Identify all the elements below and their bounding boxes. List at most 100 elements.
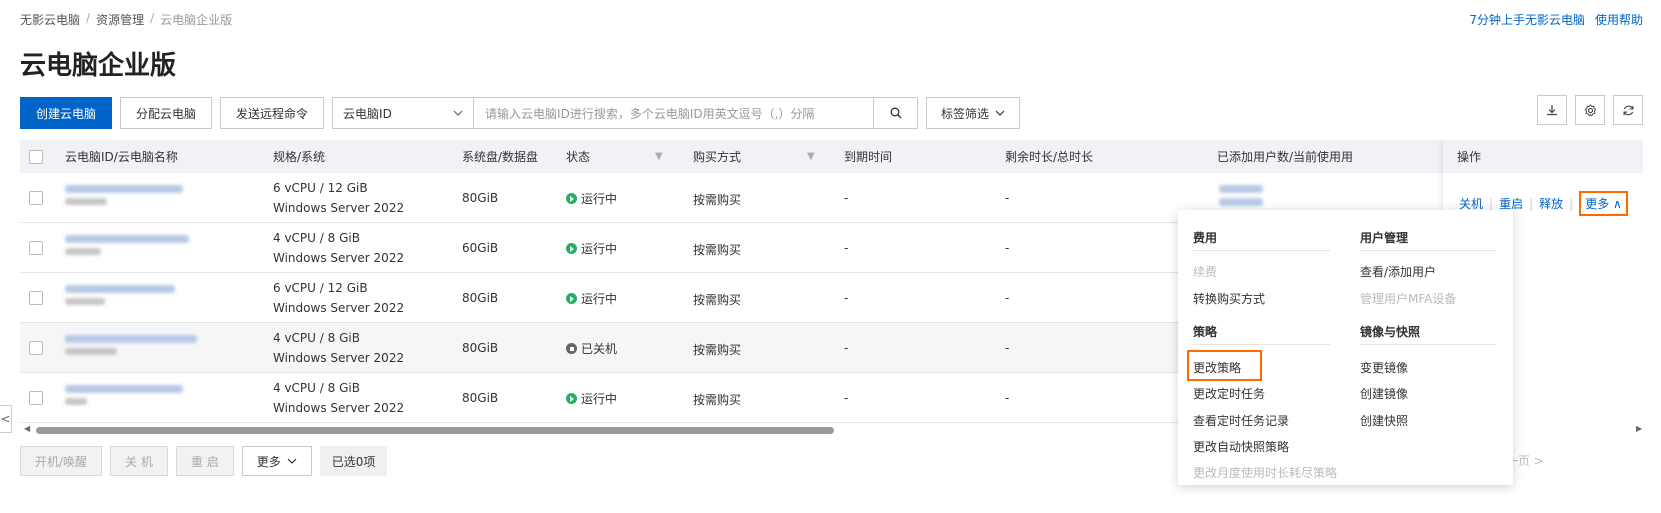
status-badge: 运行中 — [566, 240, 617, 257]
status-badge: 已关机 — [566, 340, 617, 357]
filter-icon[interactable]: ▼ — [655, 151, 663, 162]
computer-id-name[interactable] — [65, 335, 197, 355]
download-button[interactable] — [1537, 95, 1567, 125]
spec-os: Windows Server 2022 — [273, 301, 405, 315]
running-icon — [566, 293, 577, 304]
remaining-time: - — [1005, 391, 1010, 405]
assign-computer-button[interactable]: 分配云电脑 — [120, 97, 213, 129]
batch-more-button[interactable]: 更多 — [241, 446, 312, 476]
header-spec: 规格/系统 — [273, 150, 326, 164]
spec-os: Windows Server 2022 — [273, 251, 405, 265]
computer-id-name[interactable] — [65, 285, 175, 305]
header-purchase: 购买方式 — [693, 150, 742, 164]
header-expire: 到期时间 — [844, 150, 893, 164]
divider — [1360, 344, 1497, 345]
batch-shutdown-button[interactable]: 关 机 — [110, 446, 168, 476]
breadcrumb-item-resource[interactable]: 资源管理 — [96, 11, 144, 28]
row-checkbox[interactable] — [29, 391, 43, 405]
tag-filter-button[interactable]: 标签筛选 — [926, 97, 1021, 129]
refresh-button[interactable] — [1613, 95, 1643, 125]
view-add-users-menu-item[interactable]: 查看/添加用户 — [1360, 263, 1436, 280]
remaining-time: - — [1005, 291, 1010, 305]
top-links: 7分钟上手无影云电脑 使用帮助 — [1469, 11, 1643, 28]
spec-cpu: 6 vCPU / 12 GiB — [273, 181, 368, 195]
expire-time: - — [844, 191, 849, 205]
user-section-title: 用户管理 — [1360, 231, 1409, 245]
change-monthly-usage-policy-menu-item[interactable]: 更改月度使用时长耗尽策略 — [1193, 464, 1337, 481]
convert-purchase-menu-item[interactable]: 转换购买方式 — [1193, 290, 1265, 307]
collapse-left-icon[interactable]: < — [0, 405, 12, 433]
scroll-right-icon[interactable]: ▶ — [1636, 424, 1642, 433]
download-icon — [1547, 105, 1557, 116]
view-schedule-log-menu-item[interactable]: 查看定时任务记录 — [1193, 412, 1289, 429]
more-dropdown-menu: 费用 续费 转换购买方式 策略 更改策略 更改定时任务 查看定时任务记录 更改自… — [1178, 210, 1513, 485]
chevron-down-icon — [995, 110, 1005, 116]
breadcrumb-separator: / — [86, 11, 91, 25]
manage-mfa-menu-item[interactable]: 管理用户MFA设备 — [1360, 290, 1456, 307]
breadcrumb-item-current: 云电脑企业版 — [160, 13, 233, 27]
highlight-box — [1187, 350, 1262, 381]
running-icon — [566, 393, 577, 404]
more-menu-button[interactable]: 更多 ∧ — [1579, 191, 1628, 216]
chevron-down-icon — [453, 110, 463, 116]
header-status: 状态 — [566, 150, 591, 164]
disk-size: 60GiB — [462, 241, 499, 255]
row-checkbox[interactable] — [29, 341, 43, 355]
disk-size: 80GiB — [462, 191, 499, 205]
row-checkbox[interactable] — [29, 241, 43, 255]
search-icon — [890, 107, 902, 119]
scrollbar-thumb[interactable] — [36, 427, 834, 434]
image-section-title: 镜像与快照 — [1360, 325, 1421, 339]
tag-filter-label: 标签筛选 — [941, 106, 990, 121]
divider — [1193, 250, 1330, 251]
disk-size: 80GiB — [462, 291, 499, 305]
running-icon — [566, 243, 577, 254]
change-snapshot-policy-menu-item[interactable]: 更改自动快照策略 — [1193, 438, 1289, 455]
status-badge: 运行中 — [566, 290, 617, 307]
spec-cpu: 4 vCPU / 8 GiB — [273, 331, 360, 345]
create-computer-button[interactable]: 创建云电脑 — [20, 97, 113, 129]
breadcrumb-item-wuying[interactable]: 无影云电脑 — [20, 11, 80, 28]
quickstart-link[interactable]: 7分钟上手无影云电脑 — [1469, 11, 1585, 28]
computer-id-name[interactable] — [65, 235, 189, 255]
select-all-checkbox[interactable] — [29, 149, 43, 164]
release-link[interactable]: 释放 — [1539, 195, 1563, 212]
expire-time: - — [844, 291, 849, 305]
send-command-button[interactable]: 发送远程命令 — [220, 97, 325, 129]
computer-id-name[interactable] — [65, 185, 183, 205]
change-schedule-menu-item[interactable]: 更改定时任务 — [1193, 385, 1265, 402]
create-snapshot-menu-item[interactable]: 创建快照 — [1360, 412, 1408, 429]
user-count[interactable] — [1219, 185, 1263, 206]
purchase-type: 按需购买 — [693, 393, 742, 407]
scroll-left-icon[interactable]: ◀ — [24, 424, 30, 433]
create-image-menu-item[interactable]: 创建镜像 — [1360, 385, 1408, 402]
spec-cpu: 6 vCPU / 12 GiB — [273, 281, 368, 295]
computer-id-name[interactable] — [65, 385, 183, 405]
header-users: 已添加用户数/当前使用用 — [1217, 150, 1354, 164]
search-input[interactable]: 请输入云电脑ID进行搜索，多个云电脑ID用英文逗号（,）分隔 — [474, 97, 875, 129]
spec-os: Windows Server 2022 — [273, 351, 405, 365]
search-field-select[interactable]: 云电脑ID — [332, 97, 475, 129]
status-badge: 运行中 — [566, 190, 617, 207]
gear-icon — [1584, 103, 1596, 116]
renew-menu-item[interactable]: 续费 — [1193, 263, 1217, 280]
header-remain: 剩余时长/总时长 — [1005, 150, 1094, 164]
batch-start-button[interactable]: 开机/唤醒 — [20, 446, 103, 476]
spec-os: Windows Server 2022 — [273, 401, 405, 415]
purchase-type: 按需购买 — [693, 193, 742, 207]
fee-section-title: 费用 — [1193, 231, 1218, 245]
row-checkbox[interactable] — [29, 291, 43, 305]
status-badge: 运行中 — [566, 390, 617, 407]
breadcrumb: 无影云电脑 / 资源管理 / 云电脑企业版 — [20, 11, 232, 28]
filter-icon[interactable]: ▼ — [807, 151, 815, 162]
batch-restart-button[interactable]: 重 启 — [175, 446, 234, 476]
change-image-menu-item[interactable]: 变更镜像 — [1360, 359, 1408, 376]
row-checkbox[interactable] — [29, 191, 43, 205]
search-button[interactable] — [874, 97, 919, 129]
toolbar-icon-buttons — [1537, 95, 1643, 125]
settings-button[interactable] — [1575, 95, 1605, 125]
search-field-label: 云电脑ID — [343, 106, 392, 121]
toolbar: 创建云电脑 分配云电脑 发送远程命令 云电脑ID 请输入云电脑ID进行搜索，多个… — [20, 97, 1021, 129]
policy-section-title: 策略 — [1193, 325, 1218, 339]
help-link[interactable]: 使用帮助 — [1595, 11, 1643, 28]
